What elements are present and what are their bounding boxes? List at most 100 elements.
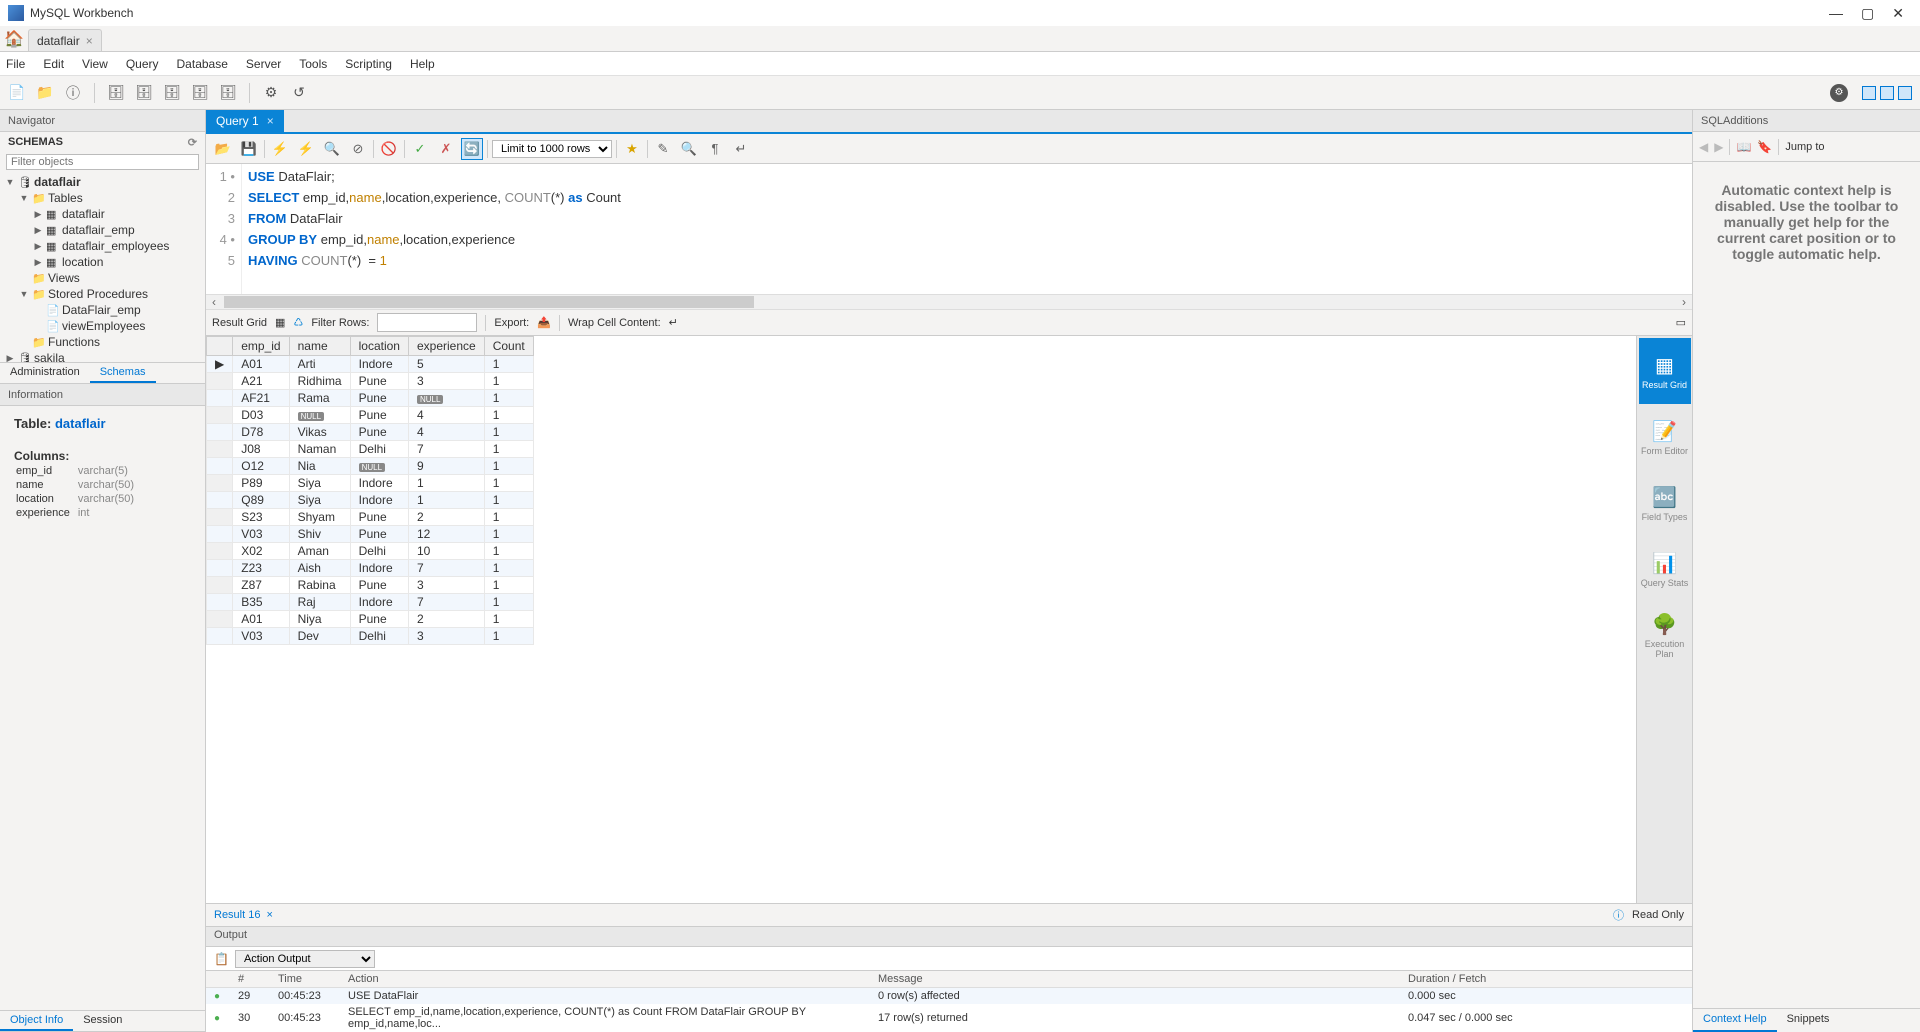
result-grid-tool[interactable]: ▦Result Grid	[1639, 338, 1691, 404]
tab-snippets[interactable]: Snippets	[1777, 1009, 1840, 1032]
schema-tree[interactable]: ▼🛢dataflair ▼📁Tables ▶▦dataflair ▶▦dataf…	[0, 172, 205, 362]
panel-toggle-left[interactable]	[1862, 86, 1876, 100]
rollback-icon[interactable]: ✗	[435, 138, 457, 160]
inspector-icon[interactable]: ⓘ	[62, 82, 84, 104]
autocommit-icon[interactable]: 🔄	[461, 138, 483, 160]
tab-object-info[interactable]: Object Info	[0, 1011, 73, 1031]
execution-plan-tool[interactable]: 🌳Execution Plan	[1639, 602, 1691, 668]
menu-query[interactable]: Query	[126, 57, 159, 71]
form-editor-tool[interactable]: 📝Form Editor	[1639, 404, 1691, 470]
tool-icon[interactable]: 🗄	[217, 82, 239, 104]
stop-icon[interactable]: ⊘	[347, 138, 369, 160]
output-table: #TimeActionMessageDuration / Fetch●2900:…	[206, 971, 1692, 1032]
tool-icon[interactable]: ↺	[288, 82, 310, 104]
tab-schemas[interactable]: Schemas	[90, 363, 156, 383]
sp-node[interactable]: viewEmployees	[62, 319, 145, 333]
commit-icon[interactable]: ✓	[409, 138, 431, 160]
sp-node[interactable]: DataFlair_emp	[62, 303, 141, 317]
open-sql-icon[interactable]: 📁	[34, 82, 56, 104]
table-node[interactable]: dataflair_emp	[62, 223, 135, 237]
menu-file[interactable]: File	[6, 57, 25, 71]
output-header: Output	[206, 927, 1692, 947]
beautify-icon[interactable]: ✎	[652, 138, 674, 160]
find-icon[interactable]: 🔍	[678, 138, 700, 160]
information-header: Information	[0, 384, 205, 406]
result-grid[interactable]: emp_idnamelocationexperienceCount▶A01Art…	[206, 336, 1636, 903]
dont-limit-icon[interactable]: 🚫	[378, 138, 400, 160]
table-node[interactable]: dataflair	[62, 207, 105, 221]
tool-icon[interactable]: 🗄	[161, 82, 183, 104]
schema-node[interactable]: sakila	[34, 351, 65, 362]
result-grid-label: Result Grid	[212, 317, 267, 329]
result-tab[interactable]: Result 16×	[214, 909, 273, 921]
invisible-icon[interactable]: ¶	[704, 138, 726, 160]
menu-view[interactable]: View	[82, 57, 108, 71]
limit-rows-select[interactable]: Limit to 1000 rows	[492, 140, 612, 158]
nav-fwd-icon[interactable]: ▶	[1714, 140, 1723, 154]
wrap-icon[interactable]: ↵	[730, 138, 752, 160]
close-button[interactable]: ✕	[1892, 5, 1904, 22]
field-types-tool[interactable]: 🔤Field Types	[1639, 470, 1691, 536]
menu-help[interactable]: Help	[410, 57, 435, 71]
query-stats-tool[interactable]: 📊Query Stats	[1639, 536, 1691, 602]
tool-icon[interactable]: 🗄	[105, 82, 127, 104]
output-type-select[interactable]: Action Output	[235, 950, 375, 968]
grid-icon[interactable]: ▦	[275, 316, 285, 329]
views-folder[interactable]: Views	[48, 271, 80, 285]
export-icon[interactable]: 📤	[537, 316, 551, 329]
output-icon[interactable]: 📋	[214, 952, 229, 966]
auto-help-icon[interactable]: 🔖	[1757, 140, 1772, 154]
help-icon[interactable]: 📖	[1736, 140, 1751, 154]
menu-tools[interactable]: Tools	[299, 57, 327, 71]
editor-scrollbar[interactable]: ‹›	[206, 294, 1692, 310]
table-node[interactable]: dataflair_employees	[62, 239, 169, 253]
menu-bar: File Edit View Query Database Server Too…	[0, 52, 1920, 76]
settings-icon[interactable]: ⚙	[1830, 84, 1848, 102]
maximize-button[interactable]: ▢	[1861, 5, 1874, 22]
favorite-icon[interactable]: ★	[621, 138, 643, 160]
close-icon[interactable]: ×	[266, 909, 272, 921]
new-sql-icon[interactable]: 📄	[6, 82, 28, 104]
schema-node[interactable]: dataflair	[34, 175, 81, 189]
menu-edit[interactable]: Edit	[43, 57, 64, 71]
execute-icon[interactable]: ⚡	[269, 138, 291, 160]
tool-icon[interactable]: 🗄	[133, 82, 155, 104]
menu-database[interactable]: Database	[177, 57, 228, 71]
save-icon[interactable]: 💾	[238, 138, 260, 160]
filter-objects-input[interactable]	[6, 154, 199, 170]
main-toolbar: 📄 📁 ⓘ 🗄 🗄 🗄 🗄 🗄 ⚙ ↺ ⚙	[0, 76, 1920, 110]
menu-scripting[interactable]: Scripting	[345, 57, 392, 71]
nav-back-icon[interactable]: ◀	[1699, 140, 1708, 154]
filter-icon[interactable]: ♺	[293, 316, 303, 329]
home-icon[interactable]: 🏠	[0, 27, 28, 51]
tab-context-help[interactable]: Context Help	[1693, 1009, 1777, 1032]
tab-session[interactable]: Session	[73, 1011, 132, 1031]
close-icon[interactable]: ×	[86, 34, 93, 48]
sp-folder[interactable]: Stored Procedures	[48, 287, 148, 301]
table-node[interactable]: location	[62, 255, 103, 269]
close-icon[interactable]: ×	[267, 114, 274, 128]
query-toolbar: 📂 💾 ⚡ ⚡ 🔍 ⊘ 🚫 ✓ ✗ 🔄 Limit to 1000 rows ★…	[206, 134, 1692, 164]
sqladditions-header: SQLAdditions	[1693, 110, 1920, 132]
connection-tab[interactable]: dataflair ×	[28, 29, 102, 51]
execute-step-icon[interactable]: ⚡	[295, 138, 317, 160]
filter-input[interactable]	[377, 313, 477, 332]
panel-icon[interactable]: ▭	[1676, 316, 1686, 329]
minimize-button[interactable]: —	[1829, 5, 1843, 22]
explain-icon[interactable]: 🔍	[321, 138, 343, 160]
tool-icon[interactable]: ⚙	[260, 82, 282, 104]
query-tab[interactable]: Query 1 ×	[206, 110, 284, 132]
jump-to-label[interactable]: Jump to	[1785, 141, 1824, 153]
open-icon[interactable]: 📂	[212, 138, 234, 160]
menu-server[interactable]: Server	[246, 57, 281, 71]
sql-editor[interactable]: 1 •234 •5 USE DataFlair; SELECT emp_id,n…	[206, 164, 1692, 294]
sql-additions-panel: SQLAdditions ◀ ▶ 📖 🔖 Jump to Automatic c…	[1692, 110, 1920, 1032]
panel-toggle-bottom[interactable]	[1880, 86, 1894, 100]
fn-folder[interactable]: Functions	[48, 335, 100, 349]
wrap-icon[interactable]: ↵	[669, 316, 678, 329]
tab-administration[interactable]: Administration	[0, 363, 90, 383]
tool-icon[interactable]: 🗄	[189, 82, 211, 104]
tables-folder[interactable]: Tables	[48, 191, 83, 205]
panel-toggle-right[interactable]	[1898, 86, 1912, 100]
refresh-icon[interactable]: ⟳	[188, 136, 197, 149]
